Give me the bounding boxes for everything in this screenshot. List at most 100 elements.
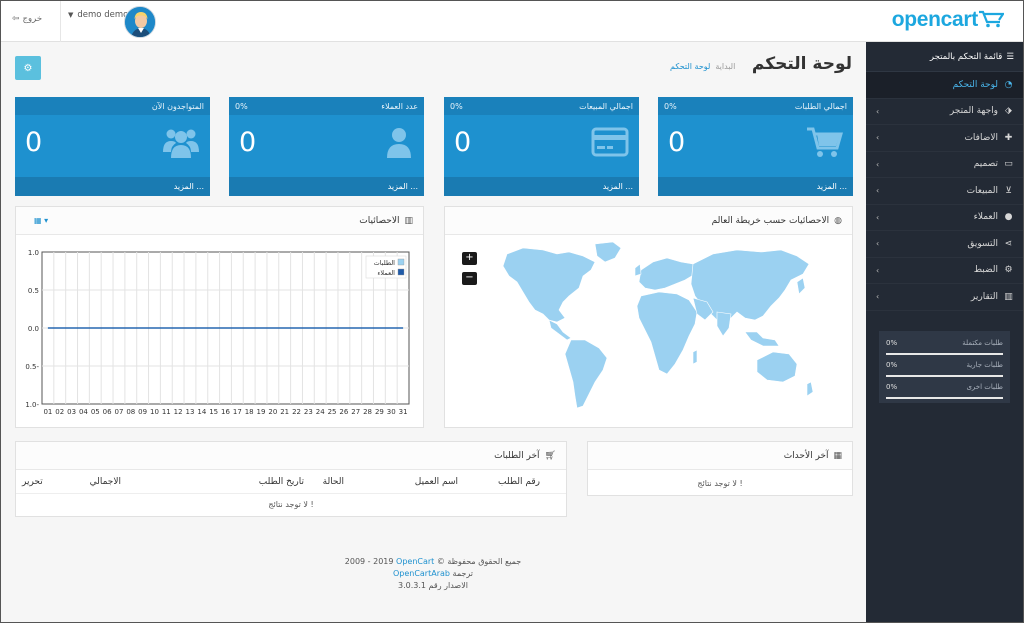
tile-more-link[interactable]: المزيد ... — [15, 177, 210, 196]
calendar-range-dropdown[interactable]: ▦ ▾ — [34, 216, 48, 225]
caret-down-icon: ▾ — [44, 216, 49, 225]
stat-percent: 0% — [886, 383, 898, 391]
map-central-america — [548, 319, 572, 341]
col-date-added[interactable]: تاريخ الطلب — [259, 477, 304, 487]
sidebar-item-5[interactable]: ‹ العملاء ● — [866, 205, 1024, 231]
opencart-link[interactable]: OpenCart — [396, 557, 434, 566]
tile-value: 0 — [454, 127, 472, 158]
map-europe — [638, 257, 696, 291]
events-empty-message: لا توجد نتائج ! — [697, 479, 743, 488]
page-title: لوحة التحكم — [751, 54, 852, 74]
puzzle-icon: ✚ — [1004, 132, 1013, 143]
sidebar-item-content: تصميم ▭ — [974, 159, 1014, 169]
x-tick-label: 16 — [221, 408, 230, 416]
x-tick-label: 29 — [375, 408, 384, 416]
x-tick-label: 31 — [399, 408, 408, 416]
col-status[interactable]: الحالة — [323, 477, 344, 487]
sidebar-item-3[interactable]: ‹ تصميم ▭ — [866, 152, 1024, 178]
footer-rights: © جميع الحقوق محفوظة — [436, 557, 522, 566]
x-tick-label: 10 — [150, 408, 159, 416]
sign-out-icon: ⇦ — [12, 14, 20, 24]
tile-people-online: المتواجدون الآن 0 المزيد ... — [15, 97, 210, 196]
opencart-logo[interactable]: opencart — [892, 8, 979, 32]
breadcrumb-home[interactable]: البداية — [715, 62, 735, 71]
world-map[interactable] — [445, 236, 852, 426]
tile-header: 0% اجمالي المبيعات — [444, 97, 639, 115]
sidebar-item-2[interactable]: ‹ الاضافات ✚ — [866, 125, 1024, 152]
x-tick-label: 22 — [292, 408, 301, 416]
map-madagascar — [692, 349, 698, 365]
tile-header: المتواجدون الآن — [15, 97, 210, 115]
sidebar-item-8[interactable]: ‹ التقارير ▥ — [866, 284, 1024, 311]
sidebar-item-4[interactable]: ‹ المبيعات ⊻ — [866, 178, 1024, 205]
x-tick-label: 09 — [138, 408, 147, 416]
tile-value: 0 — [239, 127, 257, 158]
map-japan — [796, 277, 806, 295]
tile-more-link[interactable]: المزيد ... — [444, 177, 639, 196]
sidebar-item-content: الاضافات ✚ — [964, 133, 1014, 143]
x-tick-label: 13 — [186, 408, 195, 416]
panel-heading: آخر الطلبات 🛒︎ — [16, 442, 566, 470]
x-tick-label: 28 — [363, 408, 372, 416]
sidebar-item-7[interactable]: ‹ الضبط ⚙ — [866, 258, 1024, 284]
stat-percent: 0% — [886, 361, 898, 369]
calendar-icon: ▦ — [833, 450, 842, 461]
x-tick-label: 11 — [162, 408, 171, 416]
sidebar-item-label: الضبط — [973, 265, 998, 276]
tile-value: 0 — [668, 127, 686, 158]
footer-version: الاصدار رقم 3.0.3.1 — [398, 581, 468, 590]
users-icon — [163, 129, 199, 158]
bar-chart-icon: ▥ — [1004, 291, 1013, 302]
map-uk — [634, 263, 642, 277]
header-separator — [60, 0, 61, 42]
tile-more-link[interactable]: المزيد ... — [658, 177, 853, 196]
sidebar-item-content: العملاء ● — [974, 212, 1014, 222]
top-header: ⇦ خروج ▼ demo demo opencart — [0, 0, 1024, 42]
globe-icon: ◍ — [834, 215, 842, 226]
breadcrumb-dashboard[interactable]: لوحة التحكم — [670, 62, 710, 71]
tile-percent: 0% — [450, 101, 463, 111]
sidebar-item-1[interactable]: ‹ واجهة المتجر ⬗ — [866, 99, 1024, 125]
cart-icon: ⊻ — [1005, 185, 1012, 196]
col-customer[interactable]: اسم العميل — [415, 477, 458, 487]
bars-icon: ☰ — [1006, 51, 1014, 62]
x-tick-label: 15 — [209, 408, 218, 416]
tile-value: 0 — [25, 127, 43, 158]
x-tick-label: 03 — [67, 408, 76, 416]
logout-label: خروج — [22, 14, 43, 24]
tile-more-link[interactable]: المزيد ... — [229, 177, 424, 196]
logo-cart-icon — [979, 10, 1004, 28]
sidebar-item-content: المبيعات ⊻ — [967, 186, 1014, 196]
sidebar-item-6[interactable]: ‹ التسويق ⋖ — [866, 231, 1024, 258]
x-tick-label: 14 — [197, 408, 206, 416]
cart-icon — [807, 127, 843, 157]
legend-label: الطلبات — [374, 259, 396, 267]
settings-button[interactable]: ⚙ — [15, 56, 41, 80]
tag-icon: ⬗ — [1005, 106, 1012, 117]
sidebar-item-content: التسويق ⋖ — [967, 239, 1014, 249]
recent-activity-panel: آخر الأحداث ▦ لا توجد نتائج ! — [587, 441, 853, 496]
sidebar-item-content: لوحة التحكم ◔ — [953, 80, 1014, 90]
legend-swatch — [397, 258, 405, 266]
stat-label: طلبات اخرى — [966, 383, 1003, 391]
sidebar-item-0[interactable]: لوحة التحكم ◔ — [866, 72, 1024, 99]
gear-icon: ⚙ — [23, 62, 33, 74]
col-total[interactable]: الاجمالي — [90, 477, 121, 487]
logout-link[interactable]: ⇦ خروج — [12, 14, 42, 24]
chevron-left-icon: ‹ — [876, 133, 880, 143]
panel-heading: الاحصائيات ▥ — [16, 207, 423, 235]
opencartarab-link[interactable]: OpenCartArab — [393, 569, 450, 578]
stat-label: طلبات جارية — [966, 361, 1004, 369]
avatar[interactable] — [124, 6, 156, 38]
user-menu[interactable]: ▼ demo demo — [68, 10, 128, 20]
tile-title: اجمالي المبيعات — [579, 101, 633, 111]
footer-years: 2009 - 2019 — [344, 557, 394, 566]
col-order-id[interactable]: رقم الطلب — [498, 477, 540, 487]
x-tick-label: 01 — [43, 408, 52, 416]
user-name: demo demo — [77, 10, 129, 20]
chevron-left-icon: ‹ — [876, 106, 880, 116]
y-tick-label: 0.5 — [28, 287, 39, 295]
x-tick-label: 02 — [55, 408, 64, 416]
stat-progress-bar — [886, 353, 1003, 355]
latest-orders-panel: آخر الطلبات 🛒︎ رقم الطلب اسم العميل الحا… — [15, 441, 567, 517]
